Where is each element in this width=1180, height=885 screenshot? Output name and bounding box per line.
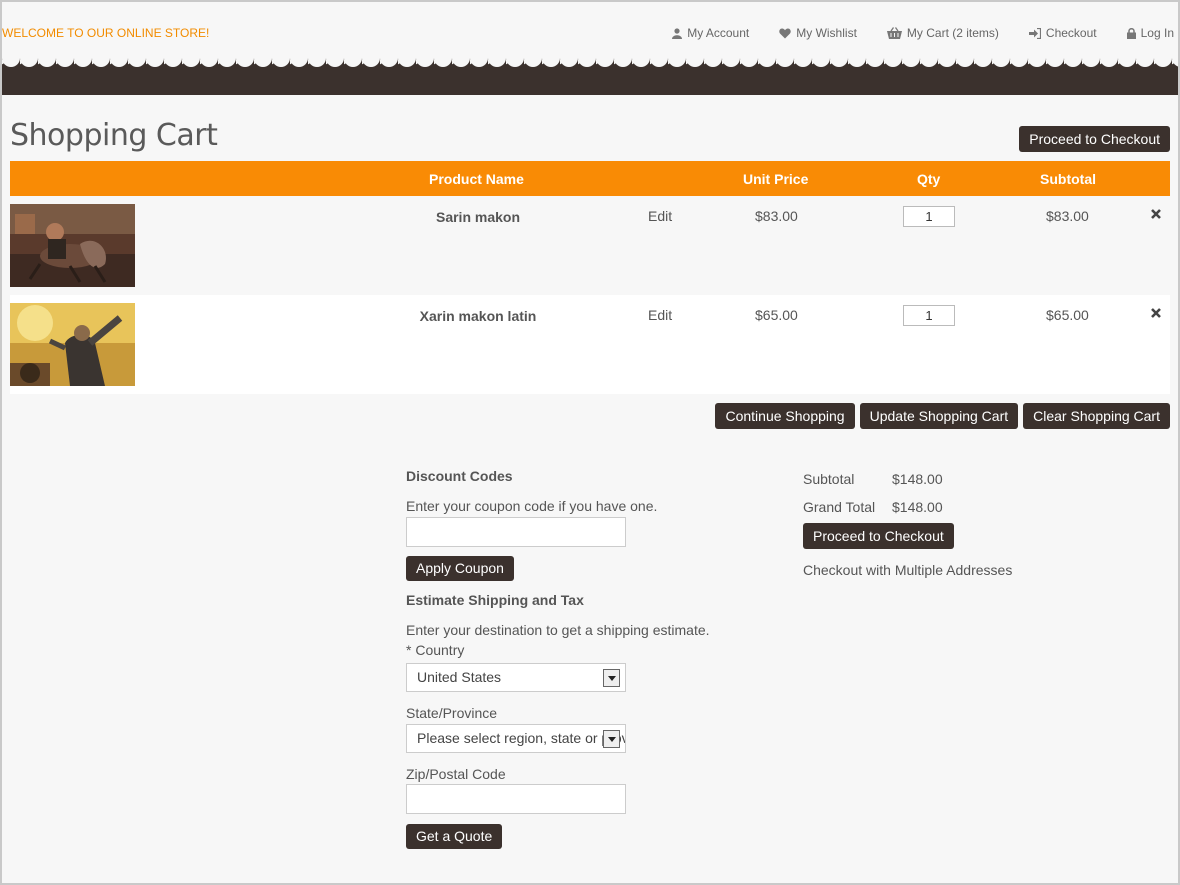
my-account-label: My Account xyxy=(687,26,750,40)
lock-icon xyxy=(1126,27,1136,39)
my-wishlist-link[interactable]: My Wishlist xyxy=(779,26,857,40)
discount-shipping-section: Discount Codes Enter your coupon code if… xyxy=(406,468,746,849)
zip-input[interactable] xyxy=(406,784,626,814)
my-account-link[interactable]: My Account xyxy=(672,26,749,40)
qty-input[interactable] xyxy=(903,206,955,227)
remove-icon[interactable] xyxy=(1150,208,1162,220)
grand-total-row: Grand Total $148.00 xyxy=(803,493,1103,521)
unit-price: $83.00 xyxy=(755,208,798,224)
my-cart-link[interactable]: My Cart (2 items) xyxy=(886,26,999,40)
remove-icon[interactable] xyxy=(1150,307,1162,319)
table-row: Sarin makon Edit $83.00 $83.00 xyxy=(10,196,1170,295)
header-qty: Qty xyxy=(917,171,941,187)
zip-label: Zip/Postal Code xyxy=(406,766,506,782)
product-name[interactable]: Sarin makon xyxy=(378,209,578,225)
my-wishlist-label: My Wishlist xyxy=(796,26,857,40)
heart-icon xyxy=(779,28,791,38)
page-frame: WELCOME TO OUR ONLINE STORE! My Account … xyxy=(0,0,1180,885)
discount-codes-title: Discount Codes xyxy=(406,468,513,484)
table-row: Xarin makon latin Edit $65.00 $65.00 xyxy=(10,295,1170,394)
basket-icon xyxy=(886,27,902,39)
coupon-hint: Enter your coupon code if you have one. xyxy=(406,498,658,514)
product-image[interactable] xyxy=(10,303,135,386)
log-in-link[interactable]: Log In xyxy=(1126,26,1174,40)
my-cart-label: My Cart (2 items) xyxy=(906,26,999,40)
checkout-link[interactable]: Checkout xyxy=(1028,26,1097,40)
grand-total-label: Grand Total xyxy=(803,499,876,515)
sign-in-icon xyxy=(1028,27,1041,39)
dropdown-arrow-icon[interactable] xyxy=(603,730,620,748)
edit-link[interactable]: Edit xyxy=(648,307,672,323)
welcome-message: WELCOME TO OUR ONLINE STORE! xyxy=(2,26,210,40)
country-select-value: United States xyxy=(417,669,502,685)
proceed-to-checkout-button[interactable]: Proceed to Checkout xyxy=(803,523,954,549)
country-select[interactable]: United States xyxy=(406,663,626,692)
state-select-value: Please select region, state or province xyxy=(417,730,625,746)
checkout-label: Checkout xyxy=(1045,26,1097,40)
user-icon xyxy=(672,27,683,39)
top-links: My Account My Wishlist My Cart (2 items)… xyxy=(642,26,1174,40)
clear-shopping-cart-button[interactable]: Clear Shopping Cart xyxy=(1023,403,1170,429)
header-unit-price: Unit Price xyxy=(743,171,809,187)
shipping-hint: Enter your destination to get a shipping… xyxy=(406,622,710,638)
edit-link[interactable]: Edit xyxy=(648,208,672,224)
product-image[interactable] xyxy=(10,204,135,287)
scallop-border xyxy=(2,52,1178,68)
continue-shopping-button[interactable]: Continue Shopping xyxy=(715,403,855,429)
estimate-shipping-title: Estimate Shipping and Tax xyxy=(406,592,584,608)
cart-table: Product Name Unit Price Qty Subtotal Sar… xyxy=(10,161,1170,394)
apply-coupon-button[interactable]: Apply Coupon xyxy=(406,556,514,581)
cart-actions: Continue Shopping Update Shopping Cart C… xyxy=(715,403,1170,429)
coupon-code-input[interactable] xyxy=(406,517,626,547)
grand-total-value: $148.00 xyxy=(892,499,943,515)
state-label: State/Province xyxy=(406,705,498,721)
top-bar: WELCOME TO OUR ONLINE STORE! My Account … xyxy=(2,2,1178,58)
totals-section: Subtotal $148.00 Grand Total $148.00 Pro… xyxy=(803,465,1103,578)
subtotal-row: Subtotal $148.00 xyxy=(803,465,1103,493)
header-subtotal: Subtotal xyxy=(1040,171,1096,187)
unit-price: $65.00 xyxy=(755,307,798,323)
cart-table-header: Product Name Unit Price Qty Subtotal xyxy=(10,161,1170,196)
dropdown-arrow-icon[interactable] xyxy=(603,669,620,687)
row-subtotal: $83.00 xyxy=(1046,208,1089,224)
country-label: * Country xyxy=(406,642,465,658)
state-select[interactable]: Please select region, state or province xyxy=(406,724,626,753)
qty-input[interactable] xyxy=(903,305,955,326)
header-product-name: Product Name xyxy=(429,171,524,187)
subtotal-label: Subtotal xyxy=(803,471,855,487)
product-name[interactable]: Xarin makon latin xyxy=(378,308,578,324)
get-a-quote-button[interactable]: Get a Quote xyxy=(406,824,503,849)
row-subtotal: $65.00 xyxy=(1046,307,1089,323)
page-title: Shopping Cart xyxy=(10,118,218,153)
log-in-label: Log In xyxy=(1140,26,1174,40)
multiple-addresses-link[interactable]: Checkout with Multiple Addresses xyxy=(803,562,1103,578)
update-shopping-cart-button[interactable]: Update Shopping Cart xyxy=(859,403,1019,429)
subtotal-value: $148.00 xyxy=(892,471,943,487)
proceed-to-checkout-top-button[interactable]: Proceed to Checkout xyxy=(1019,126,1170,152)
